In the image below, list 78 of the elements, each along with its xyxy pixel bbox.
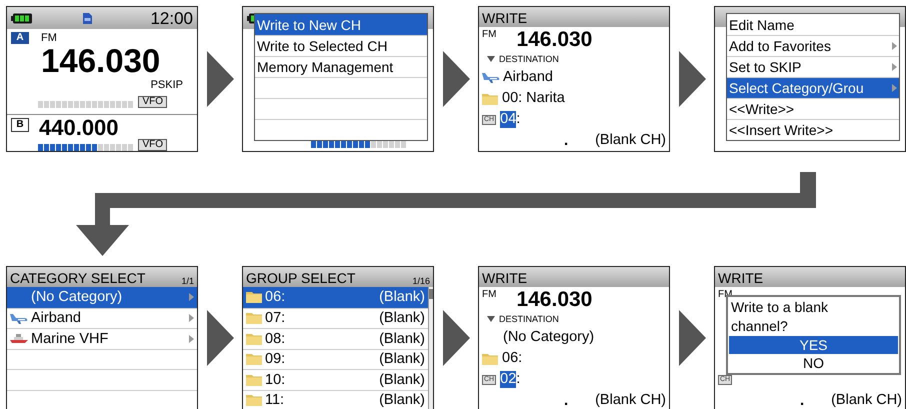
group-name: 06: [502,351,522,366]
menu-item[interactable]: Add to Favorites [727,35,899,56]
folder-icon [246,312,262,324]
screen-title: GROUP SELECT [246,269,356,287]
frequency-readout: 440.000 [39,118,119,138]
list-item[interactable]: (No Category) [7,287,197,308]
channel-separator: : [516,372,520,387]
list-item[interactable]: 09: (Blank) [243,348,428,369]
frequency-readout: 146.030 [516,28,592,50]
vfo-tag: VFO [138,139,167,151]
destination-label: DESTINATION [499,314,559,324]
list-item[interactable]: 07: (Blank) [243,308,428,328]
channel-number: 02 [500,371,516,388]
folder-icon [246,332,262,345]
category-name: (No Category) [503,330,594,345]
clock-time: 12:00 [149,10,193,26]
page-counter: 1/1 [181,275,194,287]
cursor-mark: . [800,392,804,408]
down-triangle-icon [487,56,495,62]
next-arrow-icon [442,51,470,107]
mode-label: FM [41,32,57,44]
folder-icon [246,394,262,406]
band-label: A [11,32,29,44]
menu-item[interactable]: Write to Selected CH [255,35,427,56]
list-item[interactable]: Airband [7,308,197,328]
scrollbar[interactable] [428,287,433,409]
menu-item[interactable]: Memory Management [255,56,427,77]
dialog-message: Write to a blank channel? [730,298,830,336]
folder-icon [482,352,498,364]
channel-separator: : [516,112,520,127]
page-counter: 1/16 [412,275,430,287]
menu-item[interactable]: Write to New CH [255,14,427,35]
frequency-readout: 146.030 [516,288,592,310]
destination-label: DESTINATION [499,54,559,64]
menu-item[interactable]: <<Write>> [727,98,899,119]
screen-title: WRITE [718,269,764,287]
battery-icon [11,12,33,24]
skip-tag: PSKIP [150,80,183,91]
memory-card-icon [82,12,92,24]
airplane-icon [482,72,500,83]
vfo-tag: VFO [138,96,167,108]
folder-icon [246,353,262,366]
cursor-mark: . [564,132,568,148]
category-name: Airband [503,70,553,85]
airplane-icon [10,312,28,324]
cursor-mark: . [564,392,568,408]
folder-icon [246,291,262,304]
dialog-option[interactable]: NO [729,354,898,372]
list-item[interactable]: Marine VHF [7,328,197,348]
next-arrow-icon [678,310,706,366]
dialog-option[interactable]: YES [729,336,898,354]
channel-number: 04 [500,111,516,128]
ship-icon [10,333,28,344]
list-item[interactable]: 06: (Blank) [243,287,428,308]
list-item[interactable]: 11: (Blank) [243,390,428,409]
frequency-readout: 146.030 [41,44,162,78]
list-item[interactable]: 08: (Blank) [243,328,428,348]
folder-icon [246,374,262,386]
next-arrow-icon [206,51,234,107]
screen-title: WRITE [482,9,528,27]
group-name: 00: Narita [502,91,565,106]
menu-item[interactable]: <<Insert Write>> [727,119,899,140]
menu-item[interactable]: Select Category/Grou [727,77,899,98]
down-triangle-icon [487,316,495,322]
mode-label: FM [482,28,496,40]
next-arrow-icon [442,310,470,366]
folder-icon [482,92,498,104]
next-arrow-icon [678,51,706,107]
next-arrow-icon [206,310,234,366]
screen-title: CATEGORY SELECT [10,269,146,287]
channel-name: (Blank CH) [831,392,902,408]
menu-item[interactable]: Edit Name [727,14,899,35]
mode-label: FM [482,288,496,300]
screen-title: WRITE [482,269,528,287]
channel-name: (Blank CH) [595,132,666,148]
list-item[interactable]: 10: (Blank) [243,369,428,390]
channel-name: (Blank CH) [595,392,666,408]
band-label: B [11,118,29,132]
